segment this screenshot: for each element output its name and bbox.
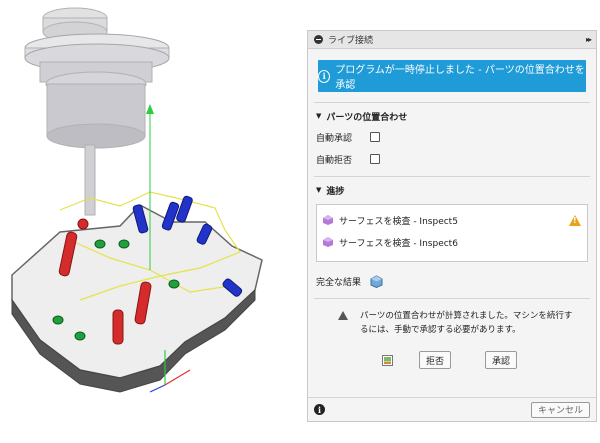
auto-reject-row: 自動拒否 [308,148,596,170]
auto-accept-label: 自動承認 [316,133,353,144]
inspect-surface-icon [323,237,333,247]
section-alignment-header[interactable]: ▼ パーツの位置合わせ [308,106,596,126]
panel-footer: i キャンセル [308,397,596,421]
auto-reject-checkbox[interactable] [370,154,380,164]
collapse-icon[interactable] [314,35,323,44]
list-item[interactable]: サーフェスを検査 - Inspect6 [323,231,581,253]
section-alignment-title: パーツの位置合わせ [326,112,408,123]
complete-results-label: 完全な結果 [316,277,362,288]
section-progress-title: 進捗 [326,186,345,197]
alignment-message: パーツの位置合わせが計算されました。マシンを続行するには、手動で承認する必要があ… [308,299,596,337]
list-item[interactable]: サーフェスを検査 - Inspect5 [323,209,581,231]
results-cube-icon[interactable] [370,274,383,288]
info-icon[interactable]: i [314,404,325,415]
progress-item-text: サーフェスを検査 - Inspect5 [339,216,458,227]
complete-results-row: 完全な結果 [308,270,596,292]
banner-text: プログラムが一時停止しました - パーツの位置合わせを承認 [335,65,585,91]
divider [314,102,590,103]
panel-titlebar: ライブ接続 ▸▸ [308,31,596,49]
action-row: 拒否 承認 [308,337,596,369]
triangle-down-icon: ▼ [316,186,322,194]
panel-title: ライブ接続 [328,36,374,46]
progress-list: サーフェスを検査 - Inspect5 サーフェスを検査 - Inspect6 [316,204,588,262]
accept-button[interactable]: 承認 [485,351,518,369]
warning-icon [338,311,348,320]
progress-item-text: サーフェスを検査 - Inspect6 [339,238,458,249]
info-icon: i [318,69,331,83]
section-progress-header[interactable]: ▼ 進捗 [308,180,596,200]
auto-accept-checkbox[interactable] [370,132,380,142]
inspect-surface-icon [323,215,333,225]
divider [314,176,590,177]
reject-button[interactable]: 拒否 [419,351,452,369]
expand-icon[interactable]: ▸▸ [586,35,592,44]
snapshot-icon[interactable] [382,354,393,366]
live-connection-panel: ライブ接続 ▸▸ i プログラムが一時停止しました - パーツの位置合わせを承認… [307,30,597,422]
auto-reject-label: 自動拒否 [316,155,353,166]
cancel-button[interactable]: キャンセル [530,401,590,418]
warning-icon [569,214,581,226]
3d-viewport[interactable] [0,0,300,440]
auto-accept-row: 自動承認 [308,126,596,148]
part-model [11,104,263,393]
triangle-down-icon: ▼ [316,112,322,120]
alignment-message-text: パーツの位置合わせが計算されました。マシンを続行するには、手動で承認する必要があ… [360,311,573,335]
approve-alignment-banner-button[interactable]: i プログラムが一時停止しました - パーツの位置合わせを承認 [318,60,586,92]
